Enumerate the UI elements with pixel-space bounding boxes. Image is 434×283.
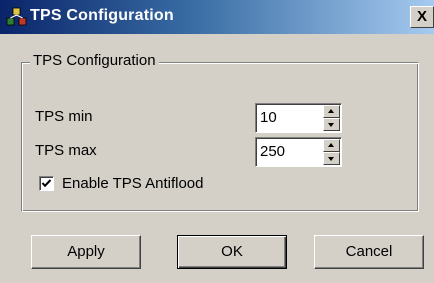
tps-configuration-dialog: TPS Configuration X TPS Configuration TP… [0, 0, 434, 283]
tps-min-spin-buttons [323, 105, 340, 131]
tps-max-increment-button[interactable] [323, 139, 340, 152]
tps-max-value[interactable]: 250 [260, 143, 285, 160]
tps-min-value[interactable]: 10 [260, 109, 277, 126]
title-bar[interactable]: TPS Configuration X [0, 0, 434, 34]
antiflood-label[interactable]: Enable TPS Antiflood [62, 175, 204, 192]
dialog-title: TPS Configuration [30, 7, 174, 24]
close-icon: X [416, 8, 427, 25]
tps-min-increment-button[interactable] [323, 105, 340, 118]
arrow-down-icon [328, 157, 334, 161]
apply-button[interactable]: Apply [31, 235, 141, 269]
group-legend: TPS Configuration [30, 52, 159, 69]
tps-max-decrement-button[interactable] [323, 152, 340, 165]
tps-min-decrement-button[interactable] [323, 118, 340, 131]
close-button[interactable]: X [410, 6, 434, 28]
checkmark-icon [41, 179, 52, 188]
ok-button[interactable]: OK [177, 235, 287, 269]
tps-min-label: TPS min [35, 108, 93, 125]
arrow-up-icon [328, 143, 334, 147]
tps-max-label: TPS max [35, 142, 97, 159]
tps-max-spinner[interactable]: 250 [255, 137, 342, 167]
cancel-button[interactable]: Cancel [314, 235, 424, 269]
network-icon [6, 7, 28, 27]
tps-min-spinner[interactable]: 10 [255, 103, 342, 133]
antiflood-checkbox[interactable] [39, 176, 54, 191]
arrow-up-icon [328, 109, 334, 113]
tps-max-spin-buttons [323, 139, 340, 165]
arrow-down-icon [328, 123, 334, 127]
